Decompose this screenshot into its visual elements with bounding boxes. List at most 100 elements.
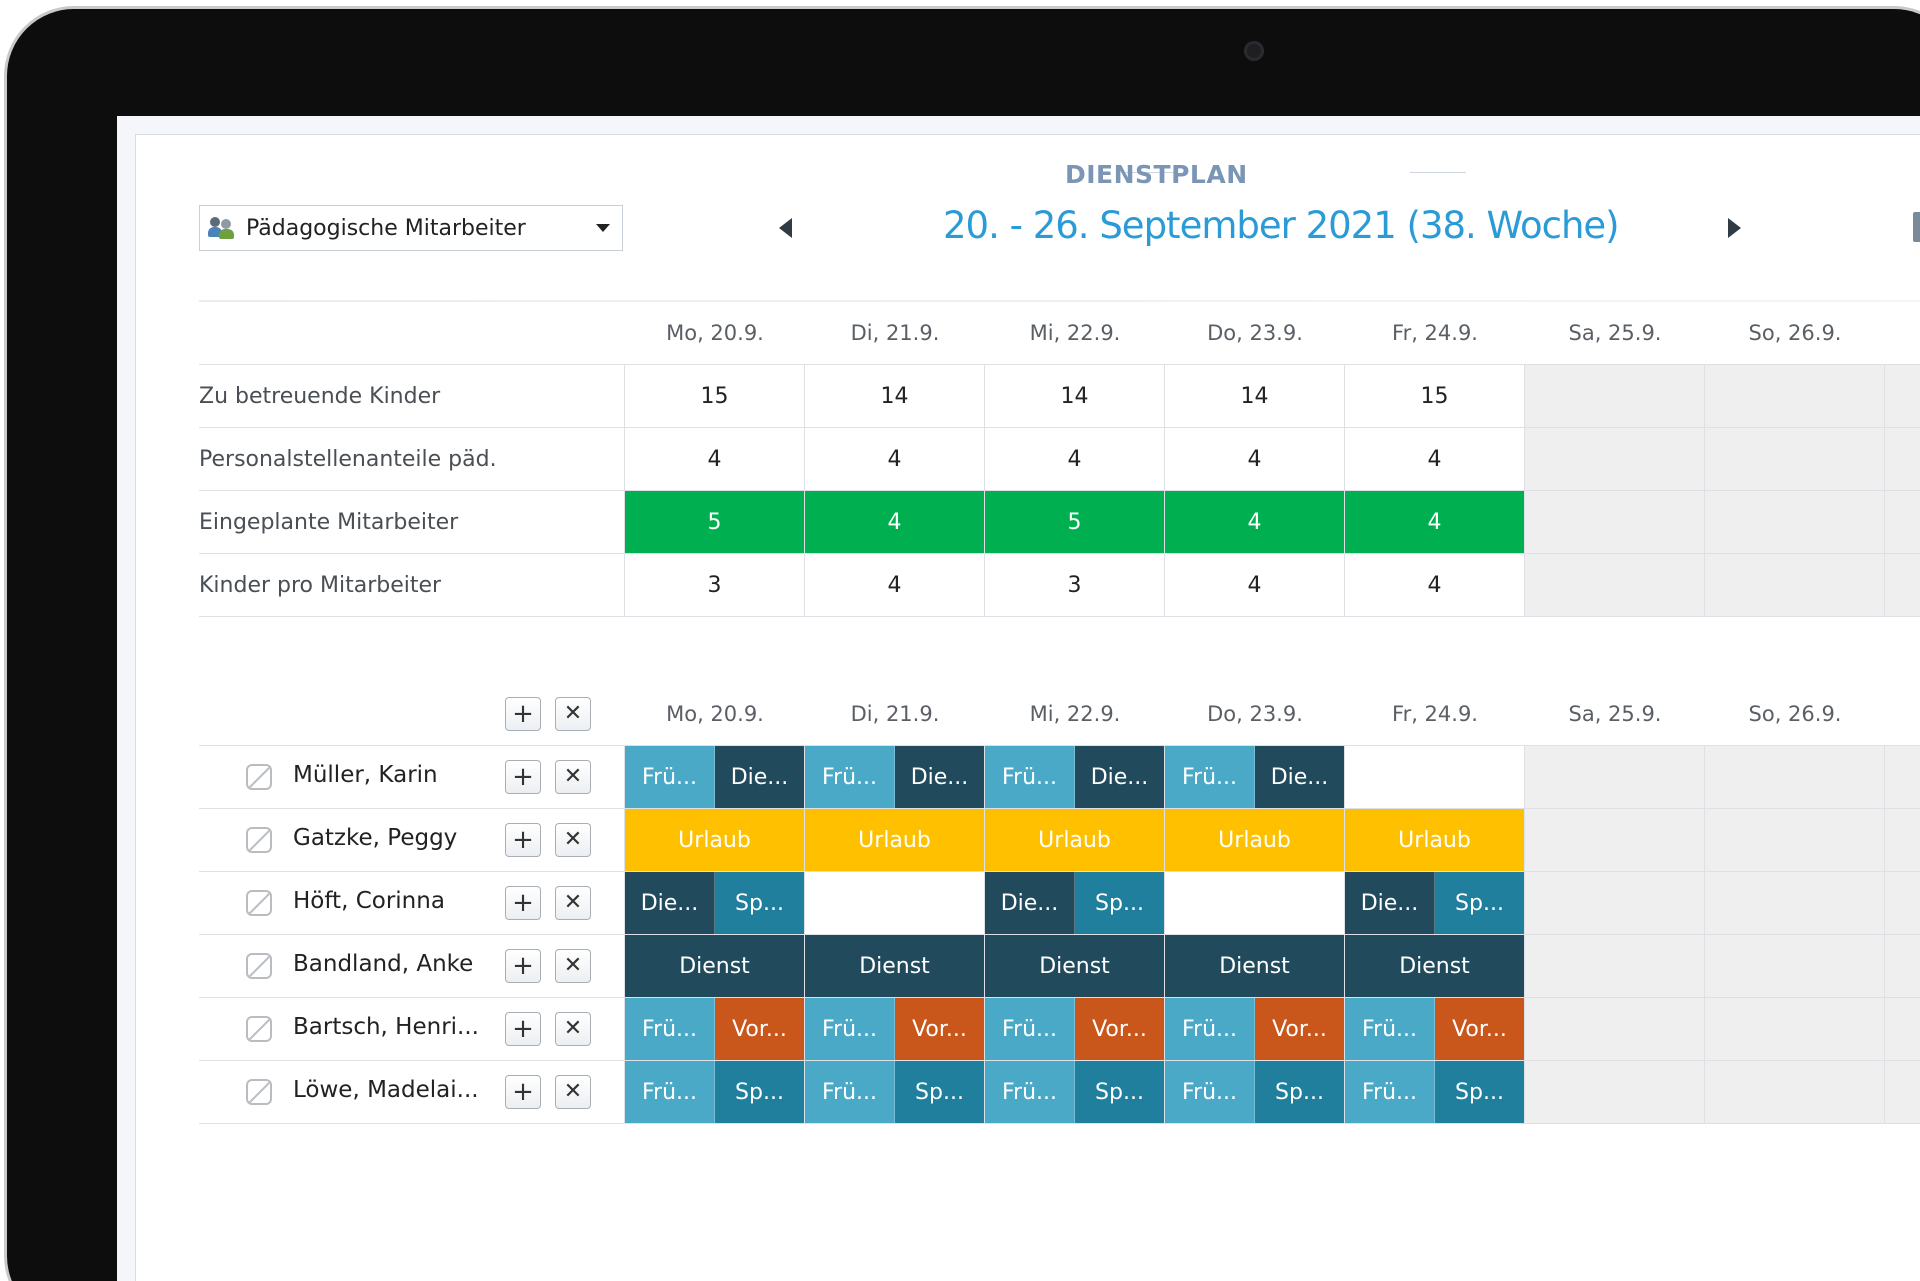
shift-frueh[interactable]: Frü... bbox=[805, 746, 895, 808]
summary-header-overflow bbox=[1885, 302, 1920, 365]
summary-value-cell: 14 bbox=[1165, 365, 1345, 428]
group-dropdown[interactable]: Pädagogische Mitarbeiter bbox=[199, 205, 623, 251]
shift-urlaub[interactable]: Urlaub bbox=[1165, 809, 1344, 871]
shift-frueh[interactable]: Frü... bbox=[1165, 1061, 1255, 1123]
shift-spaet[interactable]: Sp... bbox=[1255, 1061, 1344, 1123]
schedule-day-cell[interactable] bbox=[805, 872, 985, 935]
shift-frueh[interactable]: Frü... bbox=[1165, 998, 1255, 1060]
summary-value-cell: 4 bbox=[805, 491, 985, 554]
shift-dienst[interactable]: Die... bbox=[895, 746, 984, 808]
shift-spaet[interactable]: Sp... bbox=[1075, 872, 1164, 934]
day-header: Mo, 20.9. bbox=[625, 683, 805, 746]
shift-urlaub[interactable]: Urlaub bbox=[985, 809, 1164, 871]
shift-frueh[interactable]: Frü... bbox=[1345, 1061, 1435, 1123]
remove-shift-button[interactable]: ✕ bbox=[555, 823, 591, 857]
remove-shift-button[interactable]: ✕ bbox=[555, 1012, 591, 1046]
employee-checkbox[interactable] bbox=[246, 1079, 272, 1105]
add-shift-button[interactable]: + bbox=[505, 949, 541, 983]
shift-spaet[interactable]: Sp... bbox=[1435, 1061, 1524, 1123]
shift-urlaub[interactable]: Urlaub bbox=[1345, 809, 1524, 871]
shift-dienst[interactable]: Die... bbox=[625, 872, 715, 934]
add-employee-button[interactable]: + bbox=[505, 697, 541, 731]
shift-dienst[interactable]: Die... bbox=[1075, 746, 1164, 808]
shift-spaet[interactable]: Sp... bbox=[895, 1061, 984, 1123]
employee-checkbox[interactable] bbox=[246, 890, 272, 916]
schedule-day-cell: Urlaub bbox=[625, 809, 805, 872]
shift-dienst[interactable]: Die... bbox=[1255, 746, 1344, 808]
shift-frueh[interactable]: Frü... bbox=[625, 1061, 715, 1123]
shift-spaet[interactable]: Sp... bbox=[1075, 1061, 1164, 1123]
shift-frueh[interactable]: Frü... bbox=[985, 998, 1075, 1060]
shift-dienst-full[interactable]: Dienst bbox=[805, 935, 984, 997]
schedule-day-cell: Frü... Vor... bbox=[1345, 998, 1525, 1061]
shift-spaet[interactable]: Sp... bbox=[715, 872, 804, 934]
shift-vor[interactable]: Vor... bbox=[1075, 998, 1164, 1060]
shift-frueh[interactable]: Frü... bbox=[805, 1061, 895, 1123]
employee-checkbox[interactable] bbox=[246, 827, 272, 853]
add-shift-button[interactable]: + bbox=[505, 886, 541, 920]
next-week-button[interactable] bbox=[1728, 218, 1741, 238]
shift-urlaub[interactable]: Urlaub bbox=[625, 809, 804, 871]
summary-header-spacer bbox=[199, 302, 625, 365]
schedule-day-cell: Frü... Sp... bbox=[1165, 1061, 1345, 1124]
schedule-day-cell: Dienst bbox=[985, 935, 1165, 998]
summary-value-cell: 15 bbox=[625, 365, 805, 428]
schedule-day-cell: Frü... Vor... bbox=[625, 998, 805, 1061]
shift-frueh[interactable]: Frü... bbox=[625, 998, 715, 1060]
shift-vor[interactable]: Vor... bbox=[1255, 998, 1344, 1060]
shift-dienst-full[interactable]: Dienst bbox=[625, 935, 804, 997]
schedule-day-cell[interactable] bbox=[1345, 746, 1525, 809]
schedule-day-cell bbox=[1525, 809, 1705, 872]
employee-checkbox[interactable] bbox=[246, 764, 272, 790]
summary-value-cell bbox=[1705, 491, 1885, 554]
shift-dienst-full[interactable]: Dienst bbox=[1165, 935, 1344, 997]
summary-value-cell bbox=[1525, 428, 1705, 491]
shift-frueh[interactable]: Frü... bbox=[985, 746, 1075, 808]
summary-value-cell: 4 bbox=[805, 428, 985, 491]
employee-checkbox[interactable] bbox=[246, 953, 272, 979]
week-title: 20. - 26. September 2021 (38. Woche) bbox=[943, 204, 1620, 247]
employee-row-label: Löwe, Madelai... + ✕ bbox=[199, 1061, 625, 1124]
schedule-day-cell[interactable] bbox=[1165, 872, 1345, 935]
employee-checkbox[interactable] bbox=[246, 1016, 272, 1042]
remove-all-button[interactable]: ✕ bbox=[555, 697, 591, 731]
shift-frueh[interactable]: Frü... bbox=[625, 746, 715, 808]
schedule-overflow-cell bbox=[1885, 809, 1920, 872]
previous-week-button[interactable] bbox=[779, 218, 792, 238]
shift-dienst[interactable]: Die... bbox=[985, 872, 1075, 934]
remove-shift-button[interactable]: ✕ bbox=[555, 1075, 591, 1109]
schedule-day-cell: Frü... Sp... bbox=[985, 1061, 1165, 1124]
shift-frueh[interactable]: Frü... bbox=[985, 1061, 1075, 1123]
shift-dienst-full[interactable]: Dienst bbox=[985, 935, 1164, 997]
schedule-day-cell: Urlaub bbox=[985, 809, 1165, 872]
summary-row-label: Personalstellenanteile päd. bbox=[199, 428, 625, 491]
toolbar-icon[interactable] bbox=[1913, 212, 1920, 242]
add-shift-button[interactable]: + bbox=[505, 1012, 541, 1046]
remove-shift-button[interactable]: ✕ bbox=[555, 949, 591, 983]
summary-row-label: Zu betreuende Kinder bbox=[199, 365, 625, 428]
summary-value-cell: 4 bbox=[625, 428, 805, 491]
remove-shift-button[interactable]: ✕ bbox=[555, 886, 591, 920]
day-header: Do, 23.9. bbox=[1165, 683, 1345, 746]
shift-urlaub[interactable]: Urlaub bbox=[805, 809, 984, 871]
add-shift-button[interactable]: + bbox=[505, 760, 541, 794]
shift-vor[interactable]: Vor... bbox=[715, 998, 804, 1060]
shift-dienst[interactable]: Die... bbox=[1345, 872, 1435, 934]
shift-frueh[interactable]: Frü... bbox=[1345, 998, 1435, 1060]
page-title: DIENSTPLAN bbox=[1065, 160, 1248, 189]
shift-frueh[interactable]: Frü... bbox=[1165, 746, 1255, 808]
shift-spaet[interactable]: Sp... bbox=[715, 1061, 804, 1123]
schedule-overflow-cell bbox=[1885, 998, 1920, 1061]
shift-vor[interactable]: Vor... bbox=[1435, 998, 1524, 1060]
shift-spaet[interactable]: Sp... bbox=[1435, 872, 1524, 934]
shift-vor[interactable]: Vor... bbox=[895, 998, 984, 1060]
shift-dienst-full[interactable]: Dienst bbox=[1345, 935, 1524, 997]
summary-value-cell: 5 bbox=[985, 491, 1165, 554]
shift-frueh[interactable]: Frü... bbox=[805, 998, 895, 1060]
add-shift-button[interactable]: + bbox=[505, 1075, 541, 1109]
remove-shift-button[interactable]: ✕ bbox=[555, 760, 591, 794]
shift-dienst[interactable]: Die... bbox=[715, 746, 804, 808]
summary-value-cell: 14 bbox=[985, 365, 1165, 428]
add-shift-button[interactable]: + bbox=[505, 823, 541, 857]
employee-name: Bartsch, Henri... bbox=[293, 1014, 479, 1040]
